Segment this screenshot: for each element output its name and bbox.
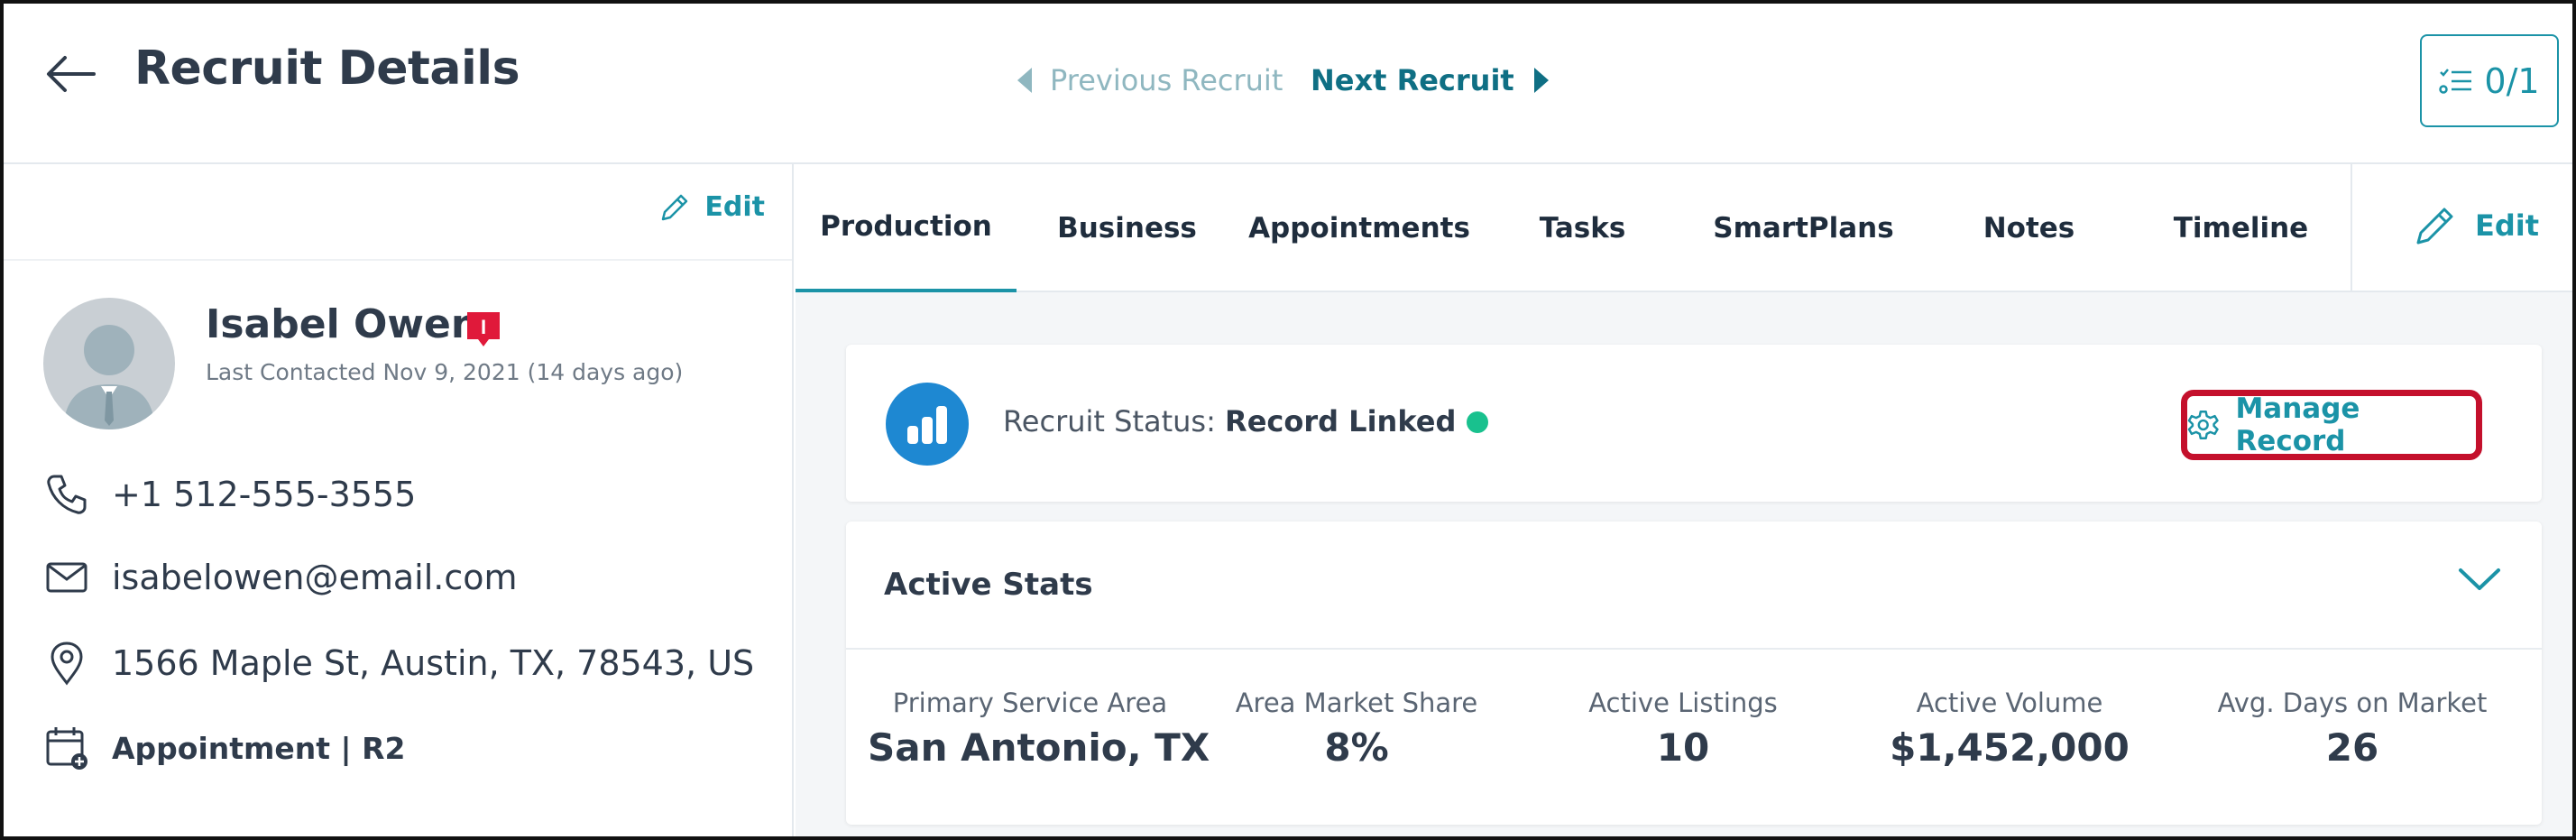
recruit-status-value: Record Linked [1225, 404, 1457, 438]
profile-edit-label: Edit [704, 191, 765, 223]
phone-number: +1 512-555-3555 [112, 475, 417, 514]
appointment-label: Appointment | R2 [112, 730, 406, 766]
tabs-edit-label: Edit [2475, 208, 2540, 243]
active-stats-title: Active Stats [884, 567, 1093, 603]
next-recruit-link[interactable]: Next Recruit [1311, 63, 1550, 97]
tab-business[interactable]: Business [1017, 164, 1237, 292]
divider [846, 648, 2542, 650]
tab-bar: Production Business Appointments Tasks S… [796, 164, 2572, 292]
tab-timeline[interactable]: Timeline [2135, 164, 2347, 292]
divider [4, 259, 792, 261]
stat-value: 8% [1324, 725, 1389, 770]
main-content: Production Business Appointments Tasks S… [796, 164, 2572, 836]
calendar-add-icon [46, 727, 87, 770]
email-row[interactable]: isabelowen@email.com [45, 558, 518, 597]
badge-letter: I [481, 316, 486, 338]
manage-record-button[interactable]: Manage Record [2181, 390, 2482, 460]
recruit-status-card: Recruit Status: Record Linked Manage Rec… [846, 345, 2542, 502]
stat-primary-service-area: Primary Service Area San Antonio, TX [868, 688, 1210, 770]
stat-label: Primary Service Area [892, 688, 1168, 718]
address-row: 1566 Maple St, Austin, TX, 78543, US [45, 641, 754, 686]
checklist-icon [2439, 68, 2472, 94]
pencil-icon [662, 194, 688, 220]
street-address: 1566 Maple St, Austin, TX, 78543, US [112, 643, 755, 683]
stat-label: Avg. Days on Market [2217, 688, 2488, 718]
previous-recruit-label: Previous Recruit [1050, 63, 1283, 97]
phone-icon [47, 475, 87, 514]
stat-label: Area Market Share [1235, 688, 1478, 718]
stat-label: Active Volume [1916, 688, 2103, 718]
person-silhouette-icon [63, 325, 155, 429]
pencil-icon [2416, 208, 2453, 245]
app-window: Recruit Details Previous Recruit Next Re… [0, 0, 2576, 840]
active-stats-card: Active Stats Primary Service Area San An… [846, 522, 2542, 825]
tab-appointments[interactable]: Appointments [1237, 164, 1481, 292]
stat-avg-days-on-market: Avg. Days on Market 26 [2181, 688, 2524, 770]
tab-smartplans[interactable]: SmartPlans [1684, 164, 1923, 292]
page-header: Recruit Details Previous Recruit Next Re… [4, 4, 2572, 164]
avatar [43, 298, 175, 429]
stat-active-volume: Active Volume $1,452,000 [1847, 688, 2172, 770]
last-contacted: Last Contacted Nov 9, 2021 (14 days ago) [206, 359, 684, 385]
badge-icon: I [467, 312, 500, 346]
recruit-status-label: Recruit Status: [1003, 404, 1216, 438]
stat-value: San Antonio, TX [868, 725, 1210, 770]
stat-active-listings: Active Listings 10 [1521, 688, 1845, 770]
recruit-status: Recruit Status: Record Linked [1003, 404, 1489, 438]
bar-chart-icon [907, 406, 947, 444]
status-indicator-dot [1467, 411, 1489, 433]
stat-label: Active Listings [1588, 688, 1778, 718]
checklist-counter-button[interactable]: 0/1 [2420, 34, 2559, 127]
previous-recruit-link[interactable]: Previous Recruit [1016, 63, 1283, 97]
caret-left-icon [1017, 68, 1032, 93]
divider [2351, 164, 2352, 292]
tab-production[interactable]: Production [796, 164, 1017, 292]
counter-value: 0/1 [2484, 60, 2540, 101]
next-recruit-label: Next Recruit [1311, 63, 1514, 97]
status-icon-circle [886, 383, 969, 466]
stat-area-market-share: Area Market Share 8% [1212, 688, 1501, 770]
email-address: isabelowen@email.com [112, 558, 518, 597]
caret-right-icon [1533, 68, 1549, 93]
recruit-name: Isabel Owen [206, 301, 480, 347]
page-title: Recruit Details [134, 42, 520, 96]
stat-value: 10 [1656, 725, 1710, 770]
appointment-row: Appointment | R2 [45, 725, 405, 771]
stat-value: $1,452,000 [1890, 725, 2130, 770]
chevron-down-icon[interactable] [2457, 563, 2502, 594]
envelope-icon [46, 562, 87, 593]
manage-record-label: Manage Record [2235, 392, 2360, 457]
back-arrow-icon[interactable] [45, 52, 96, 96]
tab-tasks[interactable]: Tasks [1481, 164, 1684, 292]
profile-edit-button[interactable]: Edit [659, 191, 765, 223]
tab-notes[interactable]: Notes [1923, 164, 2135, 292]
profile-panel: Edit Isabel Owen I Last Contacted Nov 9,… [4, 164, 794, 836]
gear-icon [2187, 411, 2219, 439]
phone-row[interactable]: +1 512-555-3555 [45, 473, 416, 516]
stat-value: 26 [2325, 725, 2379, 770]
tabs-edit-button[interactable]: Edit [2414, 204, 2539, 247]
map-pin-icon [51, 642, 83, 686]
